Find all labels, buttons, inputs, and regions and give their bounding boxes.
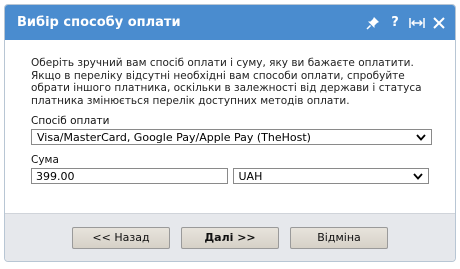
dialog-title: Вибір способу оплати: [17, 15, 181, 30]
currency-value: UAH: [238, 169, 263, 183]
next-button[interactable]: Далі >>: [181, 226, 279, 249]
cancel-button[interactable]: Відміна: [290, 226, 388, 249]
payment-method-value: Visa/MasterCard, Google Pay/Apple Pay (T…: [37, 130, 311, 144]
dialog-titlebar: Вибір способу оплати ?: [5, 5, 455, 40]
dialog-footer: << Назад Далі >> Відміна: [5, 213, 455, 261]
payment-method-label: Спосіб оплати: [31, 115, 110, 127]
chevron-down-icon: [412, 171, 424, 181]
dialog-content: Оберіть зручний вам спосіб оплати і суму…: [5, 40, 455, 184]
payment-method-select[interactable]: Visa/MasterCard, Google Pay/Apple Pay (T…: [31, 129, 432, 145]
help-glyph: ?: [391, 15, 399, 30]
amount-row: 399.00 UAH: [31, 168, 429, 184]
payment-method-dialog: Вибір способу оплати ? Оберіть зручний в…: [4, 4, 456, 262]
description-text: Оберіть зручний вам спосіб оплати і суму…: [31, 57, 422, 107]
close-icon[interactable]: [431, 15, 447, 31]
currency-select[interactable]: UAH: [232, 168, 429, 184]
help-icon[interactable]: ?: [387, 15, 403, 31]
back-button[interactable]: << Назад: [72, 226, 170, 249]
chevron-down-icon: [415, 132, 427, 142]
pin-icon[interactable]: [365, 15, 381, 31]
amount-label: Сума: [31, 154, 59, 166]
amount-input[interactable]: 399.00: [31, 168, 228, 184]
resize-icon[interactable]: [409, 15, 425, 31]
titlebar-icons: ?: [365, 15, 447, 31]
